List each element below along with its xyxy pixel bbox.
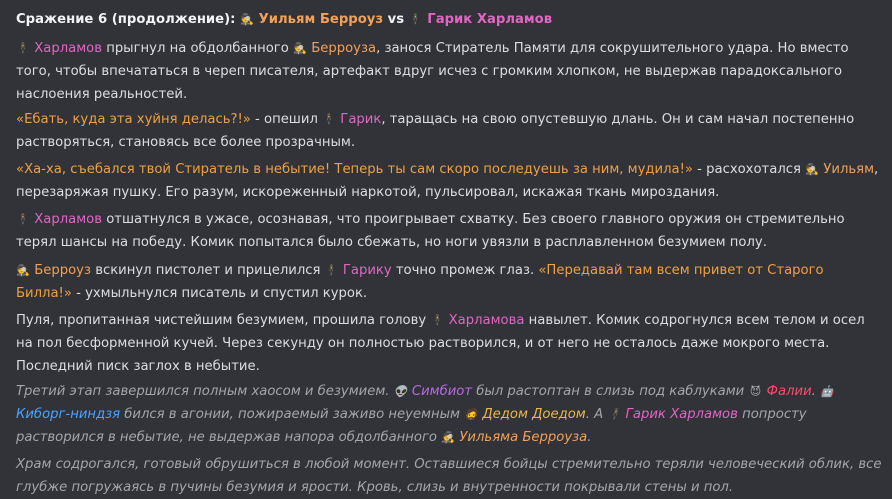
harlamov-emoji-icon: 🕴 (16, 42, 30, 55)
name-burroughs: Берроуза (311, 41, 377, 56)
name-william-burroughs: Уильяма Берроуза (459, 430, 588, 445)
name-harlamov: Харламов (34, 212, 102, 227)
name-william: Уильям (823, 162, 875, 177)
paragraph-3: «Ха-ха, съебался твой Стиратель в небыти… (16, 158, 882, 204)
fighter1-name: Уильям Берроуз (258, 12, 384, 27)
paragraph-8: Храм содрогался, готовый обрушиться в лю… (16, 453, 882, 499)
paragraph-text: . (811, 384, 821, 399)
paragraph-text: Третий этап завершился полным хаосом и б… (16, 384, 394, 399)
quote-text: «Ха-ха, съебался твой Стиратель в небыти… (16, 162, 693, 177)
bearded-emoji-icon: 🧔 (464, 408, 478, 421)
paragraph-text: бился в агонии, пожираемый заживо неуемн… (120, 407, 465, 422)
paragraph-4: 🕴 Харламов отшатнулся в ужасе, осознавая… (16, 208, 882, 254)
devil-emoji-icon: 😈 (749, 385, 762, 398)
name-burroughs: Берроуз (34, 263, 91, 278)
name-harlamov: Харламова (448, 313, 525, 328)
paragraph-text: - опешил (250, 112, 323, 127)
paragraph-text: - расхохотался (692, 162, 806, 177)
quote-text: «Ебать, куда эта хуйня делась?!» (16, 112, 251, 127)
harlamov-emoji-icon: 🕴 (324, 264, 339, 277)
robot-emoji-icon: 🤖 (820, 385, 834, 398)
harlamov-emoji-icon: 🕴 (322, 113, 336, 126)
name-harlamov: Харламов (34, 41, 102, 56)
paragraph-text: Храм содрогался, готовый обрушиться в лю… (16, 457, 882, 495)
alien-emoji-icon: 👽 (393, 385, 408, 398)
burroughs-emoji-icon: 🕵 (293, 42, 307, 55)
paragraph-text: вскинул пистолет и прицелился (91, 263, 325, 278)
burroughs-emoji-icon: 🕵 (805, 163, 819, 176)
paragraph-1: 🕴 Харламов прыгнул на обдолбанного 🕵 Бер… (16, 37, 882, 106)
paragraph-text: - ухмыльнулся писатель и спустил курок. (71, 286, 368, 301)
paragraph-text: был растоптан в слизь под каблуками (472, 384, 749, 399)
name-falia: Фалии (766, 384, 812, 399)
header-prefix: Сражение 6 (продолжение): (16, 12, 241, 27)
paragraph-7: Третий этап завершился полным хаосом и б… (16, 380, 882, 449)
harlamov-emoji-icon: 🕴 (430, 314, 445, 327)
harlamov-emoji-icon: 🕴 (16, 213, 30, 226)
name-garik: Гарик (340, 112, 382, 127)
name-ded: Дедом Доедом (482, 407, 586, 422)
burroughs-emoji-icon: 🕵 (240, 13, 254, 26)
paragraph-text: отшатнулся в ужасе, осознавая, что проиг… (16, 212, 845, 250)
paragraph-text: . А (585, 407, 608, 422)
name-garik: Гарику (342, 263, 392, 278)
name-symbiote: Симбиот (411, 384, 473, 399)
paragraph-text: . (587, 430, 592, 445)
paragraph-text: Пуля, пропитанная чистейшим безумием, пр… (16, 313, 431, 328)
vs-text: vs (383, 12, 409, 27)
fighter2-name: Гарик Харламов (427, 12, 553, 27)
paragraph-5: 🕵 Берроуз вскинул пистолет и прицелился … (16, 259, 882, 305)
burroughs-emoji-icon: 🕵 (441, 431, 456, 444)
harlamov-emoji-icon: 🕴 (408, 13, 423, 26)
paragraph-6: Пуля, пропитанная чистейшим безумием, пр… (16, 309, 882, 378)
paragraph-2: «Ебать, куда эта хуйня делась?!» - опеши… (16, 108, 882, 154)
paragraph-text: точно промеж глаз. (391, 263, 539, 278)
message-header: Сражение 6 (продолжение): 🕵 Уильям Берро… (16, 8, 882, 31)
burroughs-emoji-icon: 🕵 (16, 264, 30, 277)
name-garik-harlamov: Гарик Харламов (625, 407, 738, 422)
harlamov-emoji-icon: 🕴 (607, 408, 622, 421)
name-cyborg: Киборг-ниндзя (16, 407, 121, 422)
paragraph-text: прыгнул на обдолбанного (102, 41, 293, 56)
